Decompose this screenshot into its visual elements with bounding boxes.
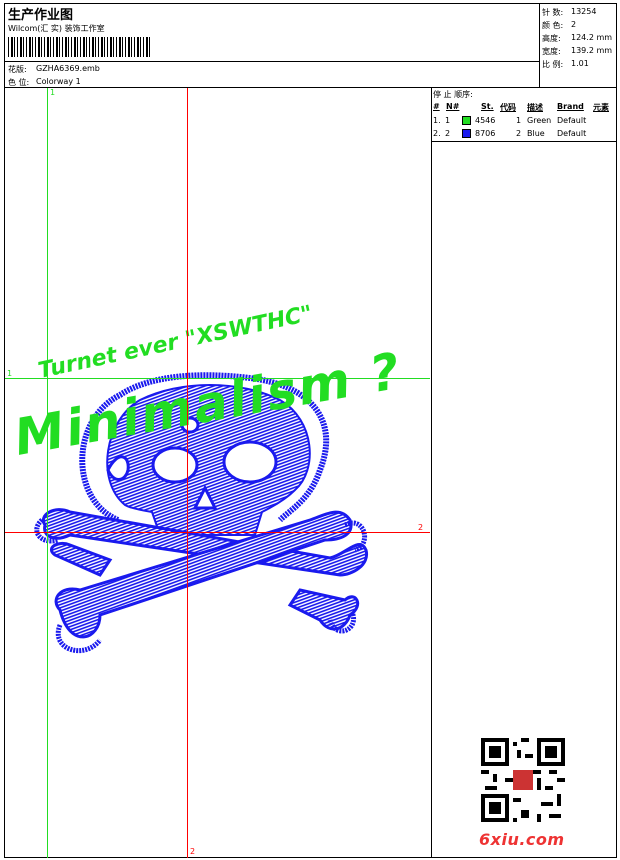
- guide-green-v-label: 1: [50, 88, 56, 97]
- guide-red-vertical: [187, 88, 188, 858]
- guide-green-horizontal: [5, 378, 430, 379]
- embroidery-design: Turnet ever "XSWTHC" Minimalism ?: [10, 301, 406, 654]
- qr-code: [481, 738, 565, 822]
- guide-green-vertical: [47, 88, 48, 858]
- guide-green-h-label: 1: [7, 369, 13, 378]
- guide-red-horizontal: [5, 532, 430, 533]
- guide-red-v-label: 2: [190, 847, 196, 856]
- qr-logo: [513, 770, 533, 790]
- guide-red-h-label: 2: [418, 523, 424, 532]
- watermark: 6xiu.com: [479, 830, 565, 849]
